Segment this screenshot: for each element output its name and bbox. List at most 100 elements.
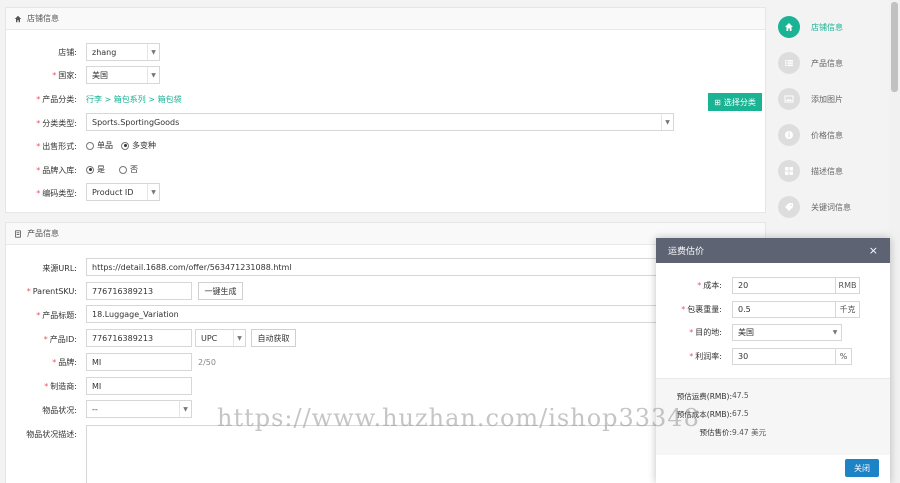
country-value: 美国 <box>92 70 108 80</box>
chevron-down-icon: ▼ <box>147 184 159 200</box>
generate-sku-button[interactable]: 一键生成 <box>198 282 243 300</box>
radio-icon <box>86 141 94 150</box>
profit-input[interactable]: 30 <box>732 348 836 365</box>
parent-sku-input[interactable]: 776716389213 <box>86 282 192 300</box>
step-product-info[interactable]: 产品信息 <box>778 52 843 74</box>
step-price-info[interactable]: 价格信息 <box>778 124 843 146</box>
profit-value: 30 <box>738 352 749 361</box>
category-type-label-text: 分类类型: <box>42 119 77 128</box>
condition-value: -- <box>92 404 98 414</box>
chevron-down-icon: ▼ <box>832 329 838 336</box>
condition-label: 物品状况: <box>42 406 77 415</box>
info-icon <box>778 124 800 146</box>
source-url-value: https://detail.1688.com/offer/5634712310… <box>92 262 292 272</box>
product-info-panel: 产品信息 来源URL: https://detail.1688.com/offe… <box>5 222 766 483</box>
step-add-images[interactable]: 添加图片 <box>778 88 843 110</box>
chevron-down-icon: ▼ <box>179 401 191 417</box>
brand-registry-label: * 品牌入库: <box>36 166 77 175</box>
select-category-button[interactable]: ⊞ 选择分类 <box>708 93 762 111</box>
est-shipping-label: 预估运费(RMB): <box>676 392 732 401</box>
cost-unit: RMB <box>836 277 860 294</box>
brand-label-text: 品牌: <box>58 358 77 367</box>
code-type-label: * 编码类型: <box>36 189 77 198</box>
product-id-type-select[interactable]: UPC ▼ <box>195 329 246 347</box>
category-path[interactable]: 行李 > 箱包系列 > 箱包袋 <box>86 94 182 105</box>
brand-char-count: 2/50 <box>198 358 216 367</box>
manufacturer-input[interactable]: MI <box>86 377 192 395</box>
brand-input[interactable]: MI <box>86 353 192 371</box>
country-select[interactable]: 美国 ▼ <box>86 66 160 84</box>
cost-input[interactable]: 20 <box>732 277 836 294</box>
brand-registry-label-text: 品牌入库: <box>42 166 77 175</box>
profit-row: * 利润率: 30 % <box>656 348 890 365</box>
select-category-label: 选择分类 <box>723 97 756 107</box>
manufacturer-label: * 制造商: <box>44 382 77 391</box>
step-label: 关键词信息 <box>811 202 851 212</box>
product-info-header: 产品信息 <box>6 223 765 245</box>
brand-registry-yes[interactable]: 是 <box>86 164 105 175</box>
auto-get-button[interactable]: 自动获取 <box>251 329 296 347</box>
step-keyword-info[interactable]: 关键词信息 <box>778 196 851 218</box>
code-type-select[interactable]: Product ID ▼ <box>86 183 160 201</box>
sell-form-variant[interactable]: 多变种 <box>121 140 156 151</box>
product-title-label-text: 产品标题: <box>42 311 77 320</box>
product-id-label: * 产品ID: <box>43 335 77 344</box>
country-label-text: 国家: <box>58 71 77 80</box>
step-label: 价格信息 <box>811 130 843 140</box>
category-type-label: * 分类类型: <box>36 119 77 128</box>
grid-icon <box>778 160 800 182</box>
manufacturer-label-text: 制造商: <box>50 382 77 391</box>
destination-select[interactable]: 美国 ▼ <box>732 324 842 341</box>
image-icon <box>778 88 800 110</box>
destination-value: 美国 <box>738 328 754 337</box>
chevron-down-icon: ▼ <box>233 330 245 346</box>
radio-label: 是 <box>97 165 105 174</box>
radio-label: 单品 <box>97 141 113 150</box>
chevron-down-icon: ▼ <box>661 114 673 130</box>
est-price-value: 9.47 美元 <box>732 428 767 437</box>
profit-label: * 利润率: <box>689 352 722 361</box>
est-cost-value: 67.5 <box>732 409 749 418</box>
sell-form-label: * 出售形式: <box>36 142 77 151</box>
source-url-label: 来源URL: <box>42 264 77 273</box>
page-scrollbar[interactable] <box>889 0 900 483</box>
store-select[interactable]: zhang ▼ <box>86 43 160 61</box>
weight-input[interactable]: 0.5 <box>732 301 836 318</box>
home-icon <box>778 16 800 38</box>
step-label: 添加图片 <box>811 94 843 104</box>
parent-sku-label-text: ParentSKU: <box>32 287 77 296</box>
est-shipping-value: 47.5 <box>732 391 749 400</box>
brand-registry-no[interactable]: 否 <box>119 164 138 175</box>
category-type-select[interactable]: Sports.SportingGoods ▼ <box>86 113 674 131</box>
category-label: * 产品分类: <box>36 95 77 104</box>
product-id-input[interactable]: 776716389213 <box>86 329 192 347</box>
shipping-estimate-modal: 运费估价 × * 成本: 20 RMB * 包裹重量: 0.5 千克 * 目的地: 美… <box>656 238 890 483</box>
step-label: 描述信息 <box>811 166 843 176</box>
tag-icon <box>778 196 800 218</box>
category-grid-icon: ⊞ <box>714 97 721 107</box>
product-info-title: 产品信息 <box>27 229 59 238</box>
brand-value: MI <box>92 357 102 367</box>
manufacturer-value: MI <box>92 381 102 391</box>
scrollbar-thumb[interactable] <box>891 2 898 92</box>
close-modal-button[interactable]: 关闭 <box>845 459 879 477</box>
sell-form-radios: 单品 多变种 <box>86 140 164 151</box>
source-url-input[interactable]: https://detail.1688.com/offer/5634712310… <box>86 258 674 276</box>
weight-value: 0.5 <box>738 305 751 314</box>
list-icon <box>778 52 800 74</box>
weight-row: * 包裹重量: 0.5 千克 <box>656 301 890 318</box>
step-store-info[interactable]: 店铺信息 <box>778 16 843 38</box>
condition-desc-textarea[interactable] <box>86 425 674 483</box>
sell-form-label-text: 出售形式: <box>42 142 77 151</box>
product-title-input[interactable]: 18.Luggage_Variation <box>86 305 674 323</box>
condition-desc-label: 物品状况描述: <box>26 430 77 439</box>
sell-form-single[interactable]: 单品 <box>86 140 113 151</box>
step-description-info[interactable]: 描述信息 <box>778 160 843 182</box>
modal-header: 运费估价 × <box>656 238 890 263</box>
close-icon[interactable]: × <box>869 244 878 257</box>
condition-select[interactable]: -- ▼ <box>86 400 192 418</box>
store-info-panel: 店铺信息 店铺: zhang ▼ * 国家: 美国 ▼ * 产品分类: 行李 > 箱… <box>5 7 766 213</box>
weight-label-text: 包裹重量: <box>687 305 722 314</box>
cost-value: 20 <box>738 281 749 290</box>
code-type-value: Product ID <box>92 187 134 197</box>
